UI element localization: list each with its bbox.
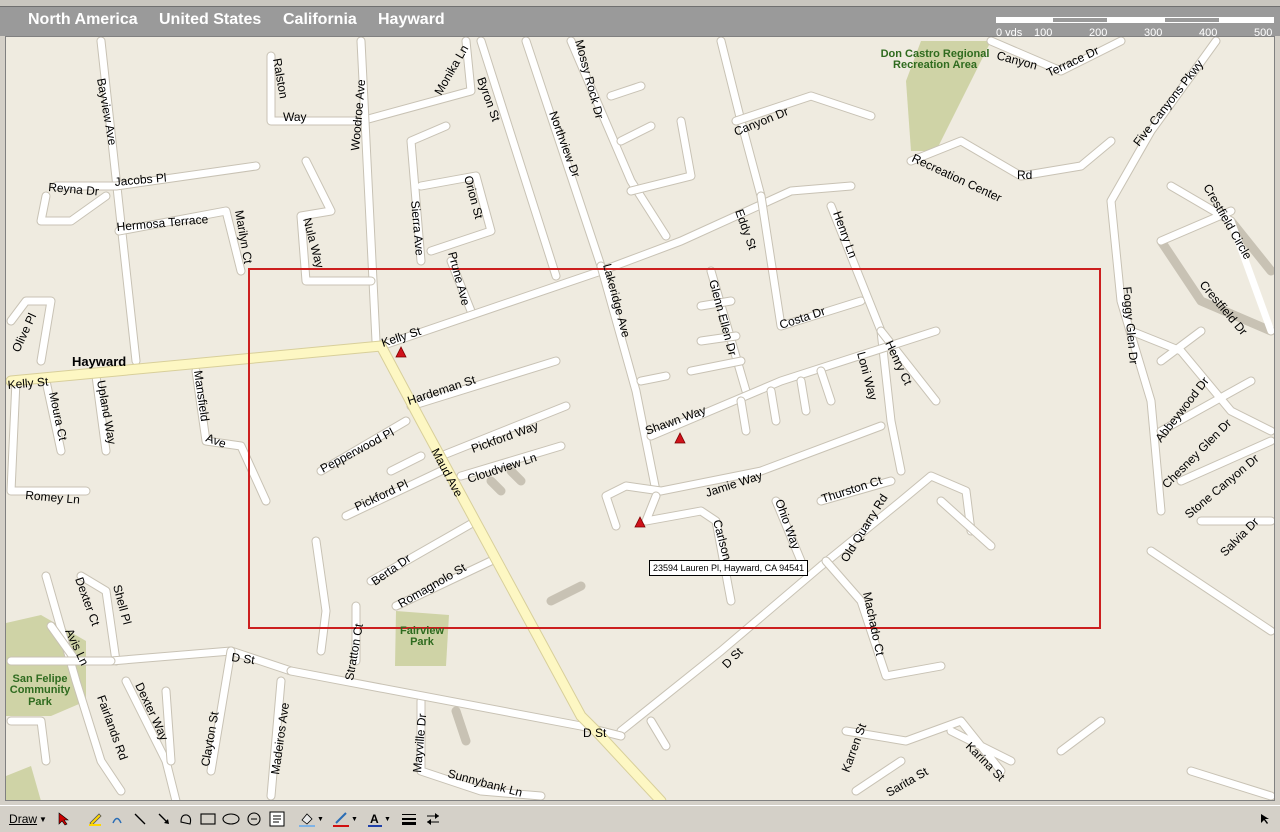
arrow-icon[interactable]: [154, 809, 174, 829]
street-label: Mansfield: [191, 369, 212, 422]
draw-toolbar: Draw ▼ ▼ ▼ A ▼: [0, 805, 1280, 832]
breadcrumb-california[interactable]: California: [283, 11, 357, 29]
line-icon[interactable]: [130, 809, 150, 829]
fill-color-icon[interactable]: ▼: [296, 809, 326, 829]
autoshape-icon[interactable]: [108, 809, 126, 829]
street-label: Cloudview Ln: [466, 450, 539, 486]
resize-grip-icon[interactable]: [1258, 809, 1274, 829]
font-color-icon[interactable]: A ▼: [364, 809, 394, 829]
street-label: Berta Dr: [369, 551, 414, 588]
street-label: Costa Dr: [778, 304, 827, 332]
chevron-down-icon: ▼: [384, 815, 391, 823]
street-label: Pickford Pl: [352, 477, 410, 514]
street-label: Stratton Ct: [342, 622, 366, 682]
autoshape-icon[interactable]: [84, 809, 106, 829]
draw-menu-label: Draw: [9, 812, 38, 826]
street-labels: Ralston Way Woodroe Ave Monika Ln Byron …: [7, 38, 1262, 800]
draw-menu-button[interactable]: Draw ▼: [8, 809, 48, 829]
scale-segment: [1164, 17, 1220, 23]
rectangle-icon[interactable]: [198, 809, 218, 829]
street-label: Loni Way: [854, 350, 880, 402]
line-color-icon[interactable]: ▼: [330, 809, 360, 829]
street-label: Kelly St: [380, 324, 424, 350]
chevron-down-icon: ▼: [317, 815, 324, 823]
street-label: Romagnolo St: [396, 560, 469, 610]
street-label: Rd: [1017, 168, 1032, 182]
park-label: Park: [28, 696, 53, 708]
map-canvas[interactable]: Don Castro Regional Recreation Area Fair…: [6, 37, 1275, 801]
street-label: Five Canyons Pkwy: [1130, 57, 1206, 149]
street-label: Henry Ln: [830, 209, 860, 260]
street-label: Ohio Way: [772, 497, 803, 551]
pointer-icon[interactable]: [52, 809, 76, 829]
street-label: Eddy St: [732, 207, 760, 252]
park-label: Park: [410, 636, 435, 648]
street-label: Terrace Dr: [1044, 43, 1101, 79]
textbox-icon[interactable]: [266, 809, 288, 829]
street-label: Old Quarry Rd: [838, 492, 891, 565]
street-label: Sierra Ave: [408, 200, 427, 256]
street-label: Lakeridge Ave: [600, 262, 633, 339]
line-style-icon[interactable]: [398, 809, 420, 829]
breadcrumb-north-america[interactable]: North America: [28, 11, 138, 29]
city-label: Hayward: [72, 354, 126, 369]
location-marker[interactable]: [674, 432, 686, 444]
park-fragment: [6, 766, 41, 800]
scale-segment: [1052, 17, 1108, 23]
breadcrumb: North America United States California H…: [0, 6, 1280, 39]
street-label: Pepperwood Pl: [318, 425, 396, 476]
street-label: Kelly St: [7, 374, 49, 392]
street-label: Mayville Dr: [410, 713, 429, 773]
street-label: D St: [231, 650, 257, 667]
street-label: Foggy Glen Dr: [1120, 286, 1141, 365]
svg-text:A: A: [370, 812, 379, 826]
scale-segment: [1220, 17, 1274, 23]
street-label: Bayview Ave: [94, 77, 120, 147]
breadcrumb-hayward[interactable]: Hayward: [378, 11, 445, 29]
breadcrumb-united-states[interactable]: United States: [159, 11, 261, 29]
autoshape-icon[interactable]: [176, 809, 196, 829]
street-label: Mossy Rock Dr: [572, 38, 607, 120]
street-label: Prune Ave: [445, 250, 473, 307]
park-label: Community: [10, 684, 71, 696]
chevron-down-icon: ▼: [351, 815, 358, 823]
scale-segment: [1108, 17, 1164, 23]
street-label: Way: [283, 110, 307, 124]
street-label: Glenn Ellen Dr: [706, 278, 740, 357]
park-label: Recreation Area: [893, 59, 978, 71]
map-view[interactable]: Don Castro Regional Recreation Area Fair…: [5, 36, 1275, 801]
arrow-style-icon[interactable]: [422, 809, 444, 829]
location-marker[interactable]: [395, 346, 407, 358]
street-label: Jacobs Pl: [114, 171, 167, 189]
street-label: Hermosa Terrace: [116, 212, 209, 234]
autoshape-icon[interactable]: [244, 809, 264, 829]
chevron-down-icon: ▼: [39, 814, 47, 824]
street-label: D St: [583, 726, 607, 740]
address-tooltip: 23594 Lauren Pl, Hayward, CA 94541: [649, 560, 809, 576]
street-label: Reyna Dr: [48, 180, 100, 198]
oval-icon[interactable]: [220, 809, 242, 829]
scale-segment: [996, 17, 1052, 23]
